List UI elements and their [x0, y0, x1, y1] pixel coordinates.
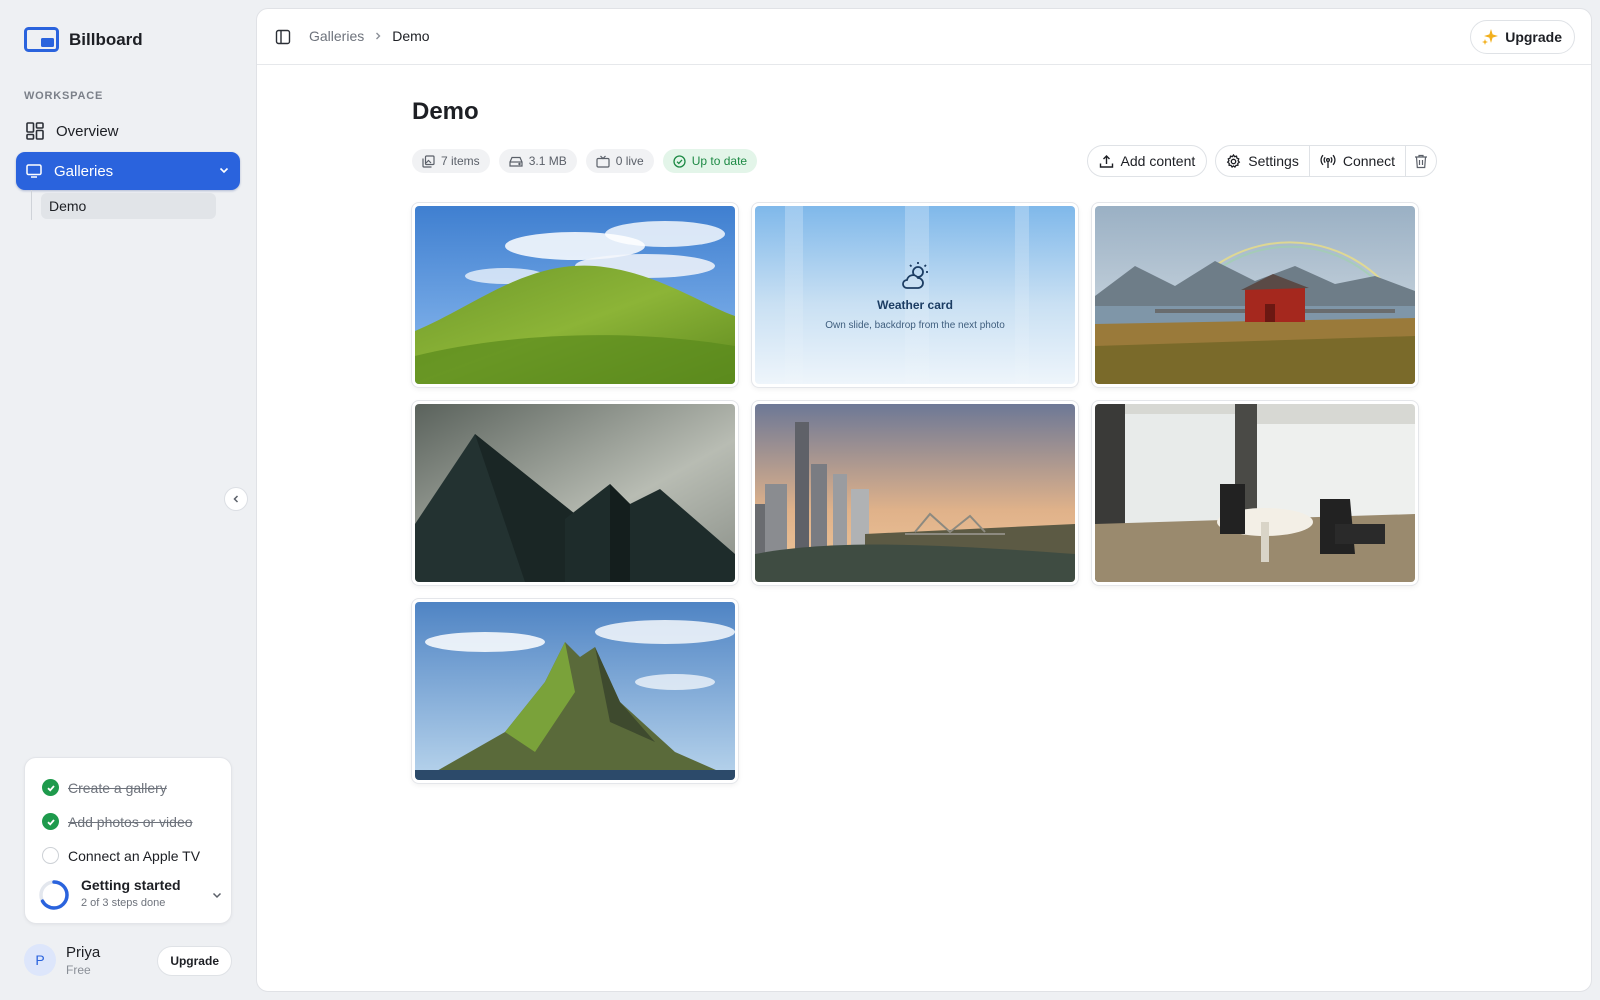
empty-circle-icon [42, 847, 59, 864]
user-profile: P Priya Free Upgrade [24, 943, 232, 979]
app-name: Billboard [69, 29, 143, 49]
photo-office [1095, 404, 1415, 582]
stat-live: 0 live [585, 149, 654, 173]
billboard-logo-icon [24, 27, 59, 52]
photo-island [415, 602, 735, 780]
section-label-workspace: WORKSPACE [24, 90, 104, 102]
connect-button[interactable]: Connect [1310, 146, 1406, 176]
page-title: Demo [412, 98, 479, 125]
chevron-right-icon [376, 32, 381, 40]
chevron-down-icon[interactable] [211, 889, 223, 901]
drive-icon [509, 156, 523, 167]
main-panel: Galleries Demo Upgrade Demo 7 items 3.1 … [256, 8, 1592, 992]
sidebar-item-galleries[interactable]: Galleries [16, 152, 240, 190]
collapse-sidebar-button[interactable] [224, 487, 248, 511]
upgrade-label: Upgrade [1505, 29, 1562, 45]
monitor-icon [26, 164, 42, 178]
checklist-step-label: Connect an Apple TV [68, 847, 201, 864]
weather-card-subtitle: Own slide, backdrop from the next photo [825, 319, 1005, 331]
stat-live-label: 0 live [615, 154, 644, 168]
delete-button[interactable] [1406, 146, 1436, 176]
settings-label: Settings [1248, 153, 1299, 169]
images-icon [422, 154, 435, 168]
sidebar: Billboard WORKSPACE Overview Galleries D… [0, 0, 256, 1000]
stat-items: 7 items [412, 149, 490, 173]
broadcast-icon [1320, 154, 1336, 168]
photo-red-cabin [1095, 206, 1415, 384]
weather-card-tile[interactable]: Weather card Own slide, backdrop from th… [752, 203, 1078, 387]
gallery-tile[interactable] [412, 203, 738, 387]
checklist-step[interactable]: Add photos or video [42, 813, 193, 830]
progress-title: Getting started [81, 877, 181, 893]
partly-cloudy-icon [902, 261, 928, 289]
stat-size: 3.1 MB [498, 149, 577, 173]
chevron-left-icon [233, 495, 239, 503]
tree-line [31, 190, 32, 220]
user-plan: Free [66, 963, 91, 977]
grid-icon [26, 122, 44, 140]
gallery-tile[interactable] [412, 599, 738, 783]
settings-button[interactable]: Settings [1216, 146, 1310, 176]
progress-subtitle: 2 of 3 steps done [81, 897, 166, 909]
trash-icon [1415, 154, 1427, 168]
stat-size-label: 3.1 MB [528, 154, 567, 168]
chevron-down-icon[interactable] [218, 164, 230, 176]
topbar: Galleries Demo Upgrade [257, 9, 1591, 65]
add-content-label: Add content [1120, 153, 1196, 169]
photo-dark-building [415, 404, 735, 582]
sidebar-item-label: Overview [56, 122, 119, 140]
status-badge: Up to date [662, 149, 758, 173]
add-content-button[interactable]: Add content [1086, 145, 1208, 177]
checklist-step[interactable]: Create a gallery [42, 779, 167, 796]
upgrade-button[interactable]: Upgrade [1470, 20, 1575, 54]
tv-icon [596, 155, 610, 168]
gallery-tile[interactable] [412, 401, 738, 585]
upgrade-button[interactable]: Upgrade [157, 946, 232, 976]
gallery-tile[interactable] [752, 401, 1078, 585]
brand[interactable]: Billboard [24, 27, 143, 52]
onboarding-checklist: Create a gallery Add photos or video Con… [24, 757, 232, 924]
photo-hillside [415, 206, 735, 384]
gallery-tile[interactable] [1092, 401, 1418, 585]
sidebar-toggle-icon[interactable] [275, 29, 291, 45]
progress-ring [39, 880, 69, 910]
sidebar-item-overview[interactable]: Overview [16, 112, 240, 150]
gear-icon [1227, 153, 1241, 168]
breadcrumb-current: Demo [392, 28, 430, 44]
status-label: Up to date [691, 154, 748, 168]
weather-card: Weather card Own slide, backdrop from th… [755, 206, 1075, 384]
checklist-step-label: Create a gallery [68, 779, 167, 796]
upload-icon [1099, 154, 1113, 168]
check-circle-icon [42, 813, 59, 830]
checklist-step-label: Add photos or video [68, 813, 193, 830]
avatar[interactable]: P [24, 944, 56, 976]
gallery-button-group: Settings Connect [1215, 145, 1437, 177]
check-circle-icon [42, 779, 59, 796]
weather-card-title: Weather card [877, 297, 953, 312]
connect-label: Connect [1342, 153, 1395, 169]
photo-city-river [755, 404, 1075, 582]
check-circle-icon [673, 154, 686, 168]
breadcrumb: Galleries Demo [309, 28, 430, 44]
stat-items-label: 7 items [441, 154, 480, 168]
gallery-stats: 7 items 3.1 MB 0 live Up to date [412, 149, 758, 173]
gallery-actions: Add content Settings Connect [1086, 145, 1437, 177]
user-name: Priya [66, 944, 101, 961]
breadcrumb-galleries[interactable]: Galleries [309, 28, 364, 44]
sparkle-icon [1482, 29, 1499, 45]
progress-summary[interactable]: Getting started 2 of 3 steps done [38, 877, 223, 913]
sidebar-item-label: Galleries [54, 162, 114, 180]
gallery-tile[interactable] [1092, 203, 1418, 387]
sidebar-subitem-demo[interactable]: Demo [41, 193, 216, 219]
checklist-step[interactable]: Connect an Apple TV [42, 847, 200, 864]
